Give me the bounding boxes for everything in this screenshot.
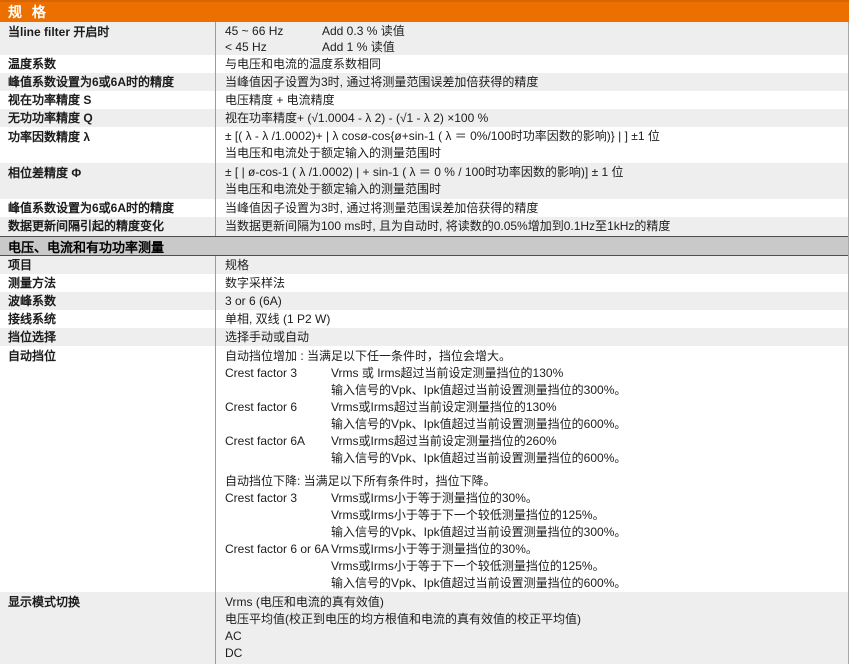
crest-factor-label: Crest factor 6A <box>225 433 331 467</box>
row-value: 规格 <box>215 256 848 274</box>
auto-range-increase-intro: 自动挡位增加 : 当满足以下任一条件时，挡位会增大。 <box>225 348 844 365</box>
crest-factor-label: Crest factor 6 <box>225 399 331 433</box>
condition-line: 输入信号的Vpk、Ipk值超过当前设置测量挡位的300%。 <box>331 524 626 541</box>
row-value: 当峰值因子设置为3时, 通过将测量范围误差加倍获得的精度 <box>215 199 848 217</box>
row-value: 数字采样法 <box>215 274 848 292</box>
spec-table: 当line filter 开启时 45 ~ 66 Hz Add 0.3 % 读值… <box>0 22 849 664</box>
row-label: 显示模式切换 <box>0 592 215 664</box>
row-label: 峰值系数设置为6或6A时的精度 <box>0 199 215 217</box>
crest-factor-conditions: Vrms或Irms超过当前设定测量挡位的260% 输入信号的Vpk、Ipk值超过… <box>331 433 626 467</box>
condition-line: Vrms或Irms小于等于测量挡位的30%。 <box>331 541 626 558</box>
row-label: 温度系数 <box>0 55 215 73</box>
row-label: 峰值系数设置为6或6A时的精度 <box>0 73 215 91</box>
freq-range: < 45 Hz <box>225 39 322 55</box>
condition-line: Vrms或Irms超过当前设定测量挡位的130% <box>331 399 626 416</box>
table-row: 峰值系数设置为6或6A时的精度 当峰值因子设置为3时, 通过将测量范围误差加倍获… <box>0 199 848 217</box>
row-value: 单相, 双线 (1 P2 W) <box>215 310 848 328</box>
condition-line: Vrms或Irms小于等于下一个较低测量挡位的125%。 <box>331 507 626 524</box>
row-value: 与电压和电流的温度系数相同 <box>215 55 848 73</box>
row-label: 波峰系数 <box>0 292 215 310</box>
row-label: 功率因数精度 λ <box>0 127 215 163</box>
display-mode-option: Vrms (电压和电流的真有效值) <box>225 594 844 611</box>
condition-line: Vrms或Irms小于等于测量挡位的30%。 <box>331 490 626 507</box>
value-line: 45 ~ 66 Hz Add 0.3 % 读值 <box>225 23 844 39</box>
crest-factor-conditions: Vrms或Irms超过当前设定测量挡位的130% 输入信号的Vpk、Ipk值超过… <box>331 399 626 433</box>
table-row: 峰值系数设置为6或6A时的精度 当峰值因子设置为3时, 通过将测量范围误差加倍获… <box>0 73 848 91</box>
condition-line: Vrms或Irms超过当前设定测量挡位的260% <box>331 433 626 450</box>
crest-factor-item: Crest factor 3 Vrms或Irms小于等于测量挡位的30%。 Vr… <box>225 490 844 541</box>
table-row: 视在功率精度 S 电压精度 + 电流精度 <box>0 91 848 109</box>
crest-factor-label: Crest factor 3 <box>225 490 331 541</box>
crest-factor-conditions: Vrms或Irms小于等于测量挡位的30%。 Vrms或Irms小于等于下一个较… <box>331 490 626 541</box>
condition-line: 输入信号的Vpk、Ipk值超过当前设置测量挡位的600%。 <box>331 416 626 433</box>
table-row: 相位差精度 Φ ± [ | ø-cos-1 ( λ /1.0002) | + s… <box>0 163 848 199</box>
row-value: ± [( λ - λ /1.0002)+ | λ cosø-cos{ø+sin-… <box>215 127 848 163</box>
crest-factor-item: Crest factor 6 or 6A Vrms或Irms小于等于测量挡位的3… <box>225 541 844 592</box>
table-row: 数据更新间隔引起的精度变化 当数据更新间隔为100 ms时, 且为自动时, 将读… <box>0 217 848 236</box>
table-row: 无功功率精度 Q 视在功率精度+ (√1.0004 - λ 2) - (√1 -… <box>0 109 848 127</box>
row-label: 数据更新间隔引起的精度变化 <box>0 217 215 236</box>
accuracy-add: Add 0.3 % 读值 <box>322 23 405 39</box>
row-value: Vrms (电压和电流的真有效值) 电压平均值(校正到电压的均方根值和电流的真有… <box>215 592 848 664</box>
crest-factor-conditions: Vrms或Irms小于等于测量挡位的30%。 Vrms或Irms小于等于下一个较… <box>331 541 626 592</box>
row-value: ± [ | ø-cos-1 ( λ /1.0002) | + sin-1 ( λ… <box>215 163 848 199</box>
condition-line: 输入信号的Vpk、Ipk值超过当前设置测量挡位的600%。 <box>331 575 626 592</box>
row-value: 当数据更新间隔为100 ms时, 且为自动时, 将读数的0.05%增加到0.1H… <box>215 217 848 236</box>
row-value: 45 ~ 66 Hz Add 0.3 % 读值 < 45 Hz Add 1 % … <box>215 22 848 55</box>
section-header: 电压、电流和有功功率测量 <box>0 236 848 256</box>
table-row-display-mode: 显示模式切换 Vrms (电压和电流的真有效值) 电压平均值(校正到电压的均方根… <box>0 592 848 664</box>
table-row: 项目 规格 <box>0 256 848 274</box>
table-row: 接线系统 单相, 双线 (1 P2 W) <box>0 310 848 328</box>
crest-factor-item: Crest factor 6 Vrms或Irms超过当前设定测量挡位的130% … <box>225 399 844 433</box>
row-label: 当line filter 开启时 <box>0 22 215 55</box>
spec-sheet-page: 规 格 当line filter 开启时 45 ~ 66 Hz Add 0.3 … <box>0 0 849 664</box>
formula-line: ± [ | ø-cos-1 ( λ /1.0002) | + sin-1 ( λ… <box>225 164 844 181</box>
row-label: 相位差精度 Φ <box>0 163 215 199</box>
condition-line: 输入信号的Vpk、Ipk值超过当前设置测量挡位的600%。 <box>331 450 626 467</box>
row-label: 接线系统 <box>0 310 215 328</box>
value-line: < 45 Hz Add 1 % 读值 <box>225 39 844 55</box>
row-label: 视在功率精度 S <box>0 91 215 109</box>
formula-line: ± [( λ - λ /1.0002)+ | λ cosø-cos{ø+sin-… <box>225 128 844 145</box>
crest-factor-item: Crest factor 6A Vrms或Irms超过当前设定测量挡位的260%… <box>225 433 844 467</box>
table-row: 功率因数精度 λ ± [( λ - λ /1.0002)+ | λ cosø-c… <box>0 127 848 163</box>
condition-line: Vrms或Irms小于等于下一个较低测量挡位的125%。 <box>331 558 626 575</box>
table-row: 测量方法 数字采样法 <box>0 274 848 292</box>
auto-range-decrease-intro: 自动挡位下降: 当满足以下所有条件时，挡位下降。 <box>225 473 844 490</box>
row-value: 电压精度 + 电流精度 <box>215 91 848 109</box>
page-title: 规 格 <box>0 0 849 22</box>
table-row: 温度系数 与电压和电流的温度系数相同 <box>0 55 848 73</box>
crest-factor-conditions: Vrms 或 Irms超过当前设定测量挡位的130% 输入信号的Vpk、Ipk值… <box>331 365 626 399</box>
row-value: 视在功率精度+ (√1.0004 - λ 2) - (√1 - λ 2) ×10… <box>215 109 848 127</box>
table-row: 挡位选择 选择手动或自动 <box>0 328 848 346</box>
table-row: 当line filter 开启时 45 ~ 66 Hz Add 0.3 % 读值… <box>0 22 848 55</box>
freq-range: 45 ~ 66 Hz <box>225 23 322 39</box>
condition-line: 当电压和电流处于额定输入的测量范围时 <box>225 181 844 198</box>
display-mode-option: DC <box>225 645 844 662</box>
display-mode-option: AC <box>225 628 844 645</box>
row-label: 项目 <box>0 256 215 274</box>
row-label: 挡位选择 <box>0 328 215 346</box>
table-row-auto-range: 自动挡位 自动挡位增加 : 当满足以下任一条件时，挡位会增大。 Crest fa… <box>0 346 848 592</box>
accuracy-add: Add 1 % 读值 <box>322 39 395 55</box>
display-mode-option: 电压平均值(校正到电压的均方根值和电流的真有效值的校正平均值) <box>225 611 844 628</box>
condition-line: 输入信号的Vpk、Ipk值超过当前设置测量挡位的300%。 <box>331 382 626 399</box>
row-label: 自动挡位 <box>0 346 215 592</box>
row-value: 自动挡位增加 : 当满足以下任一条件时，挡位会增大。 Crest factor … <box>215 346 848 592</box>
row-label: 测量方法 <box>0 274 215 292</box>
row-value: 3 or 6 (6A) <box>215 292 848 310</box>
crest-factor-label: Crest factor 3 <box>225 365 331 399</box>
condition-line: Vrms 或 Irms超过当前设定测量挡位的130% <box>331 365 626 382</box>
crest-factor-label: Crest factor 6 or 6A <box>225 541 331 592</box>
table-row: 波峰系数 3 or 6 (6A) <box>0 292 848 310</box>
condition-line: 当电压和电流处于额定输入的测量范围时 <box>225 145 844 162</box>
row-label: 无功功率精度 Q <box>0 109 215 127</box>
crest-factor-item: Crest factor 3 Vrms 或 Irms超过当前设定测量挡位的130… <box>225 365 844 399</box>
row-value: 选择手动或自动 <box>215 328 848 346</box>
row-value: 当峰值因子设置为3时, 通过将测量范围误差加倍获得的精度 <box>215 73 848 91</box>
